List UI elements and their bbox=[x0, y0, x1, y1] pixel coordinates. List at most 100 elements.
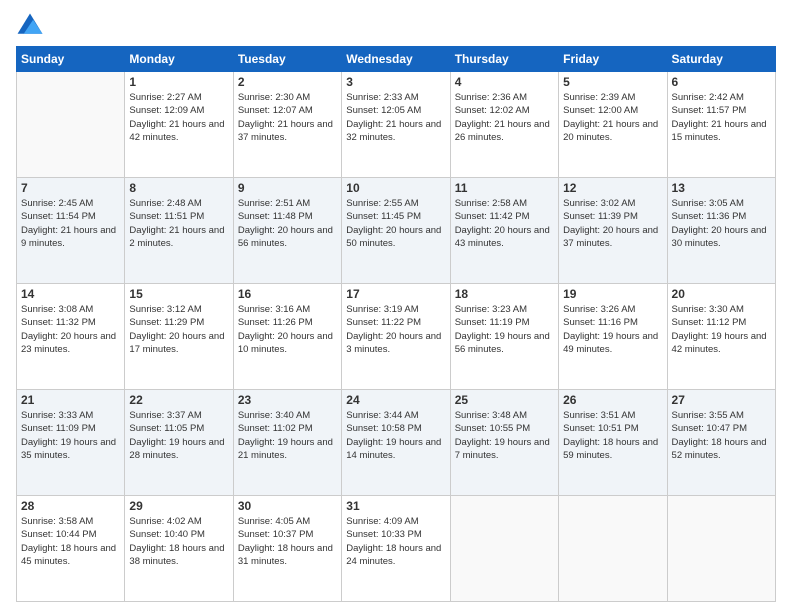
day-info: Sunrise: 4:05 AMSunset: 10:37 PMDaylight… bbox=[238, 515, 337, 568]
day-number: 9 bbox=[238, 181, 337, 195]
calendar-header-friday: Friday bbox=[559, 47, 667, 72]
day-number: 29 bbox=[129, 499, 228, 513]
calendar-day-cell: 19 Sunrise: 3:26 AMSunset: 11:16 PMDaylig… bbox=[559, 284, 667, 390]
calendar-day-cell: 13 Sunrise: 3:05 AMSunset: 11:36 PMDaylig… bbox=[667, 178, 775, 284]
day-info: Sunrise: 2:42 AMSunset: 11:57 PMDaylight… bbox=[672, 91, 771, 144]
calendar-day-cell: 3Sunrise: 2:33 AMSunset: 12:05 AMDayligh… bbox=[342, 72, 450, 178]
day-info: Sunrise: 2:45 AMSunset: 11:54 PMDaylight… bbox=[21, 197, 120, 250]
calendar-week-row: 14Sunrise: 3:08 AMSunset: 11:32 PMDaylig… bbox=[17, 284, 776, 390]
day-info: Sunrise: 3:05 AMSunset: 11:36 PMDaylight… bbox=[672, 197, 771, 250]
day-number: 28 bbox=[21, 499, 120, 513]
day-info: Sunrise: 2:39 AMSunset: 12:00 AMDaylight… bbox=[563, 91, 662, 144]
day-info: Sunrise: 2:33 AMSunset: 12:05 AMDaylight… bbox=[346, 91, 445, 144]
day-number: 12 bbox=[563, 181, 662, 195]
calendar-day-cell: 4 Sunrise: 2:36 AMSunset: 12:02 AMDayligh… bbox=[450, 72, 558, 178]
calendar-day-cell: 26 Sunrise: 3:51 AMSunset: 10:51 PMDaylig… bbox=[559, 390, 667, 496]
day-number: 27 bbox=[672, 393, 771, 407]
day-info: Sunrise: 4:09 AMSunset: 10:33 PMDaylight… bbox=[346, 515, 445, 568]
calendar-week-row: 7 Sunrise: 2:45 AMSunset: 11:54 PMDayligh… bbox=[17, 178, 776, 284]
day-number: 17 bbox=[346, 287, 445, 301]
calendar-table: SundayMondayTuesdayWednesdayThursdayFrid… bbox=[16, 46, 776, 602]
day-number: 23 bbox=[238, 393, 337, 407]
calendar-week-row: 1 Sunrise: 2:27 AMSunset: 12:09 AMDayligh… bbox=[17, 72, 776, 178]
day-number: 6 bbox=[672, 75, 771, 89]
calendar-day-cell: 31 Sunrise: 4:09 AMSunset: 10:33 PMDaylig… bbox=[342, 496, 450, 602]
day-info: Sunrise: 2:30 AMSunset: 12:07 AMDaylight… bbox=[238, 91, 337, 144]
calendar-day-cell: 18Sunrise: 3:23 AMSunset: 11:19 PMDaylig… bbox=[450, 284, 558, 390]
calendar-day-cell: 30 Sunrise: 4:05 AMSunset: 10:37 PMDaylig… bbox=[233, 496, 341, 602]
day-info: Sunrise: 3:30 AMSunset: 11:12 PMDaylight… bbox=[672, 303, 771, 356]
calendar-day-cell bbox=[17, 72, 125, 178]
day-info: Sunrise: 3:26 AMSunset: 11:16 PMDaylight… bbox=[563, 303, 662, 356]
calendar-day-cell: 25 Sunrise: 3:48 AMSunset: 10:55 PMDaylig… bbox=[450, 390, 558, 496]
day-info: Sunrise: 3:19 AMSunset: 11:22 PMDaylight… bbox=[346, 303, 445, 356]
calendar-day-cell: 8 Sunrise: 2:48 AMSunset: 11:51 PMDayligh… bbox=[125, 178, 233, 284]
day-info: Sunrise: 3:40 AMSunset: 11:02 PMDaylight… bbox=[238, 409, 337, 462]
day-number: 10 bbox=[346, 181, 445, 195]
calendar-day-cell: 12 Sunrise: 3:02 AMSunset: 11:39 PMDaylig… bbox=[559, 178, 667, 284]
calendar-day-cell: 14Sunrise: 3:08 AMSunset: 11:32 PMDaylig… bbox=[17, 284, 125, 390]
day-info: Sunrise: 3:08 AMSunset: 11:32 PMDaylight… bbox=[21, 303, 120, 356]
day-number: 19 bbox=[563, 287, 662, 301]
day-number: 1 bbox=[129, 75, 228, 89]
day-number: 8 bbox=[129, 181, 228, 195]
day-number: 24 bbox=[346, 393, 445, 407]
calendar-day-cell bbox=[450, 496, 558, 602]
calendar-header-wednesday: Wednesday bbox=[342, 47, 450, 72]
page: SundayMondayTuesdayWednesdayThursdayFrid… bbox=[0, 0, 792, 612]
day-info: Sunrise: 2:48 AMSunset: 11:51 PMDaylight… bbox=[129, 197, 228, 250]
day-number: 16 bbox=[238, 287, 337, 301]
calendar-day-cell: 11 Sunrise: 2:58 AMSunset: 11:42 PMDaylig… bbox=[450, 178, 558, 284]
calendar-day-cell: 9 Sunrise: 2:51 AMSunset: 11:48 PMDayligh… bbox=[233, 178, 341, 284]
day-info: Sunrise: 3:51 AMSunset: 10:51 PMDaylight… bbox=[563, 409, 662, 462]
day-number: 25 bbox=[455, 393, 554, 407]
calendar-day-cell: 21Sunrise: 3:33 AMSunset: 11:09 PMDaylig… bbox=[17, 390, 125, 496]
day-info: Sunrise: 3:55 AMSunset: 10:47 PMDaylight… bbox=[672, 409, 771, 462]
calendar-day-cell: 17 Sunrise: 3:19 AMSunset: 11:22 PMDaylig… bbox=[342, 284, 450, 390]
calendar-day-cell: 6 Sunrise: 2:42 AMSunset: 11:57 PMDayligh… bbox=[667, 72, 775, 178]
calendar-header-sunday: Sunday bbox=[17, 47, 125, 72]
calendar-day-cell: 28 Sunrise: 3:58 AMSunset: 10:44 PMDaylig… bbox=[17, 496, 125, 602]
day-info: Sunrise: 2:36 AMSunset: 12:02 AMDaylight… bbox=[455, 91, 554, 144]
day-number: 30 bbox=[238, 499, 337, 513]
day-number: 2 bbox=[238, 75, 337, 89]
calendar-day-cell: 16 Sunrise: 3:16 AMSunset: 11:26 PMDaylig… bbox=[233, 284, 341, 390]
day-info: Sunrise: 3:58 AMSunset: 10:44 PMDaylight… bbox=[21, 515, 120, 568]
calendar-header-thursday: Thursday bbox=[450, 47, 558, 72]
day-info: Sunrise: 4:02 AMSunset: 10:40 PMDaylight… bbox=[129, 515, 228, 568]
day-info: Sunrise: 3:02 AMSunset: 11:39 PMDaylight… bbox=[563, 197, 662, 250]
day-number: 5 bbox=[563, 75, 662, 89]
calendar-header-saturday: Saturday bbox=[667, 47, 775, 72]
day-info: Sunrise: 2:58 AMSunset: 11:42 PMDaylight… bbox=[455, 197, 554, 250]
day-info: Sunrise: 3:23 AMSunset: 11:19 PMDaylight… bbox=[455, 303, 554, 356]
day-info: Sunrise: 2:55 AMSunset: 11:45 PMDaylight… bbox=[346, 197, 445, 250]
calendar-header-monday: Monday bbox=[125, 47, 233, 72]
day-number: 26 bbox=[563, 393, 662, 407]
day-number: 22 bbox=[129, 393, 228, 407]
day-info: Sunrise: 3:48 AMSunset: 10:55 PMDaylight… bbox=[455, 409, 554, 462]
calendar-header-row: SundayMondayTuesdayWednesdayThursdayFrid… bbox=[17, 47, 776, 72]
calendar-day-cell: 29 Sunrise: 4:02 AMSunset: 10:40 PMDaylig… bbox=[125, 496, 233, 602]
day-info: Sunrise: 2:51 AMSunset: 11:48 PMDaylight… bbox=[238, 197, 337, 250]
calendar-day-cell bbox=[667, 496, 775, 602]
day-info: Sunrise: 3:44 AMSunset: 10:58 PMDaylight… bbox=[346, 409, 445, 462]
logo bbox=[16, 12, 48, 40]
calendar-day-cell: 7 Sunrise: 2:45 AMSunset: 11:54 PMDayligh… bbox=[17, 178, 125, 284]
calendar-week-row: 28 Sunrise: 3:58 AMSunset: 10:44 PMDaylig… bbox=[17, 496, 776, 602]
day-info: Sunrise: 2:27 AMSunset: 12:09 AMDaylight… bbox=[129, 91, 228, 144]
day-number: 11 bbox=[455, 181, 554, 195]
calendar-day-cell bbox=[559, 496, 667, 602]
day-number: 13 bbox=[672, 181, 771, 195]
calendar-week-row: 21Sunrise: 3:33 AMSunset: 11:09 PMDaylig… bbox=[17, 390, 776, 496]
day-info: Sunrise: 3:37 AMSunset: 11:05 PMDaylight… bbox=[129, 409, 228, 462]
day-info: Sunrise: 3:33 AMSunset: 11:09 PMDaylight… bbox=[21, 409, 120, 462]
day-number: 4 bbox=[455, 75, 554, 89]
calendar-day-cell: 23 Sunrise: 3:40 AMSunset: 11:02 PMDaylig… bbox=[233, 390, 341, 496]
calendar-day-cell: 27 Sunrise: 3:55 AMSunset: 10:47 PMDaylig… bbox=[667, 390, 775, 496]
day-info: Sunrise: 3:16 AMSunset: 11:26 PMDaylight… bbox=[238, 303, 337, 356]
day-number: 7 bbox=[21, 181, 120, 195]
header bbox=[16, 12, 776, 40]
logo-icon bbox=[16, 12, 44, 40]
day-number: 31 bbox=[346, 499, 445, 513]
calendar-header-tuesday: Tuesday bbox=[233, 47, 341, 72]
